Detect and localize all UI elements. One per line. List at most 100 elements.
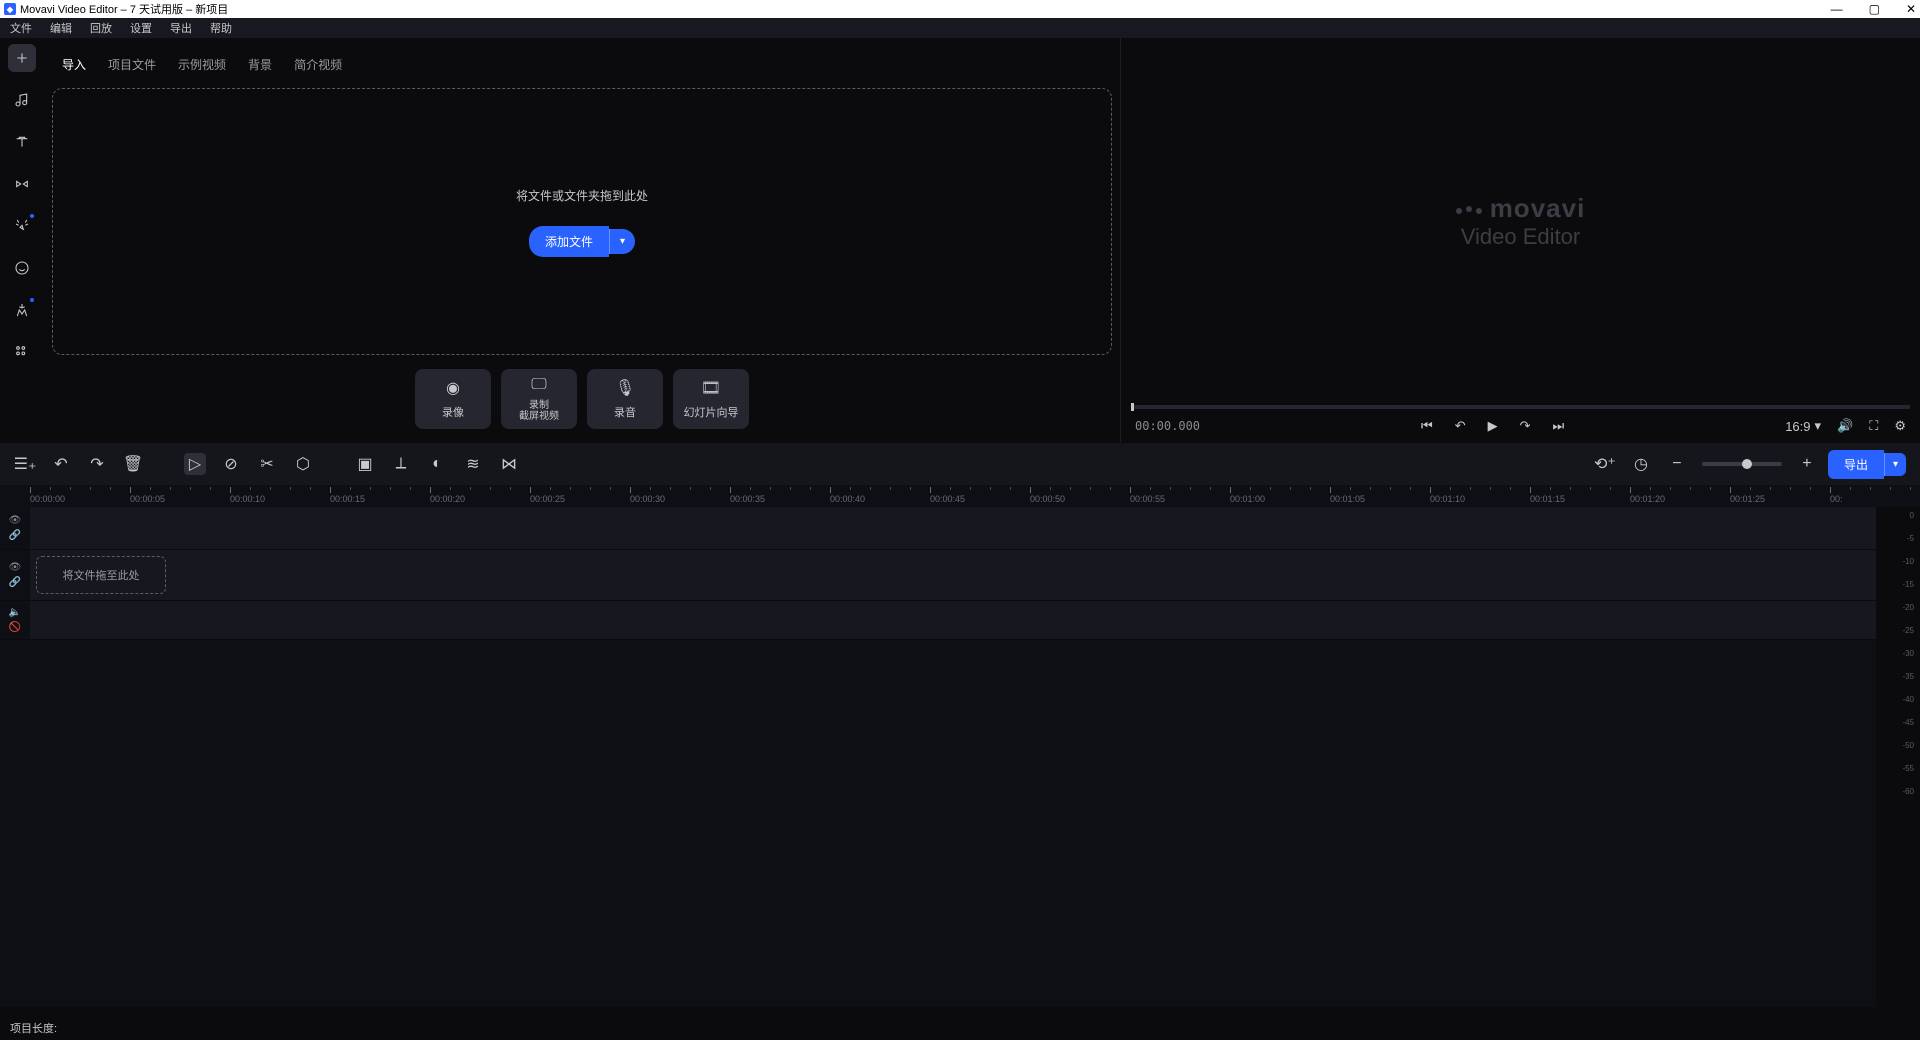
preview-scrubber[interactable]	[1131, 405, 1910, 409]
timeline-ruler[interactable]: 00:00:0000:00:0500:00:1000:00:1500:00:20…	[0, 485, 1920, 507]
sidebar-more[interactable]	[8, 338, 36, 366]
capture-camera[interactable]: ◉ 录像	[415, 369, 491, 429]
capture-row: ◉ 录像 🖵 录制截屏视频 🎙 录音 🎞 幻灯片向导	[52, 355, 1112, 443]
crop-frame-button[interactable]: ▣	[354, 453, 376, 475]
capture-slideshow[interactable]: 🎞 幻灯片向导	[673, 369, 749, 429]
next-frame-button[interactable]: ⏭	[1553, 418, 1565, 434]
left-sidebar	[0, 38, 44, 443]
capture-screen-label: 录制截屏视频	[519, 400, 559, 422]
track-mute-icon[interactable]: 🔈	[9, 607, 21, 618]
add-file-button: 添加文件 ▾	[529, 226, 635, 257]
prev-frame-button[interactable]: ⏮	[1421, 418, 1433, 434]
microphone-icon: 🎙	[615, 378, 635, 398]
split-tool[interactable]: ✂	[256, 453, 278, 475]
overlay-track: 👁 🔗	[0, 507, 1920, 550]
tab-intro-video[interactable]: 简介视频	[294, 56, 342, 73]
import-tabs: 导入 项目文件 示例视频 背景 简介视频	[52, 46, 1112, 82]
crop-button[interactable]: ⟂	[390, 453, 412, 475]
volume-button[interactable]: 🔊	[1837, 418, 1853, 434]
tab-import[interactable]: 导入	[62, 56, 86, 73]
track-link-icon[interactable]: 🔗	[9, 530, 21, 541]
overlay-track-body[interactable]	[30, 507, 1920, 549]
video-track: 👁 🔗 将文件拖至此处	[0, 550, 1920, 601]
tab-sample-video[interactable]: 示例视频	[178, 56, 226, 73]
sidebar-effects[interactable]	[8, 212, 36, 240]
camera-icon: ◉	[446, 378, 460, 398]
tab-backgrounds[interactable]: 背景	[248, 56, 272, 73]
chevron-down-icon: ▾	[1815, 418, 1822, 434]
color-adjust-button[interactable]: ◐	[426, 453, 448, 475]
status-bar: 项目长度:	[0, 1016, 1920, 1040]
track-options-button[interactable]: ☰₊	[14, 453, 36, 475]
track-hide-icon[interactable]: 🚫	[9, 622, 21, 633]
sidebar-elements[interactable]	[8, 296, 36, 324]
add-file-label[interactable]: 添加文件	[529, 226, 609, 257]
capture-camera-label: 录像	[442, 404, 464, 420]
select-tool[interactable]: ▷	[184, 453, 206, 475]
sidebar-transitions[interactable]	[8, 170, 36, 198]
dropzone-hint: 将文件或文件夹拖到此处	[516, 187, 648, 204]
zoom-out-button[interactable]: −	[1666, 453, 1688, 475]
sidebar-stickers[interactable]	[8, 254, 36, 282]
menu-settings[interactable]: 设置	[130, 20, 152, 36]
import-panel: 导入 项目文件 示例视频 背景 简介视频 将文件或文件夹拖到此处 添加文件 ▾ …	[44, 38, 1120, 443]
audio-track-body[interactable]	[30, 601, 1920, 639]
timeline-toolbar: ☰₊ ↶ ↷ 🗑 ▷ ⊘ ✂ ⬡ ▣ ⟂ ◐ ≋ ⋈ ⟲⁺ ◷ − + 导出 ▾	[0, 443, 1920, 485]
preview-panel: movavi Video Editor 00:00.000 ⏮ ↶ ▶ ↷ ⏭ …	[1120, 38, 1920, 443]
maximize-button[interactable]: ▢	[1869, 2, 1880, 16]
file-dropzone[interactable]: 将文件或文件夹拖到此处 添加文件 ▾	[52, 88, 1112, 355]
play-button[interactable]: ▶	[1488, 418, 1498, 434]
track-link-icon[interactable]: 🔗	[9, 577, 21, 588]
fullscreen-button[interactable]: ⛶	[1869, 418, 1878, 434]
transitions-button[interactable]: ⋈	[498, 453, 520, 475]
aspect-ratio-selector[interactable]: 16:9 ▾	[1785, 418, 1821, 434]
export-button[interactable]: 导出	[1828, 450, 1884, 479]
sidebar-titles[interactable]	[8, 128, 36, 156]
undo-jump-button[interactable]: ↶	[1455, 418, 1466, 434]
delete-button[interactable]: 🗑	[122, 453, 144, 475]
menu-file[interactable]: 文件	[10, 20, 32, 36]
snapshot-button[interactable]: ◷	[1630, 453, 1652, 475]
window-title: Movavi Video Editor – 7 天试用版 – 新项目	[20, 1, 228, 17]
sidebar-import[interactable]	[8, 44, 36, 72]
export-button-group: 导出 ▾	[1828, 450, 1906, 479]
drop-clip-hint: 将文件拖至此处	[36, 556, 166, 594]
capture-slideshow-label: 幻灯片向导	[684, 404, 739, 420]
menu-help[interactable]: 帮助	[210, 20, 232, 36]
capture-screen[interactable]: 🖵 录制截屏视频	[501, 369, 577, 429]
marker-tool[interactable]: ⬡	[292, 453, 314, 475]
titlebar: ◆ Movavi Video Editor – 7 天试用版 – 新项目 — ▢…	[0, 0, 1920, 18]
preview-settings-button[interactable]: ⚙	[1894, 418, 1906, 434]
sidebar-audio[interactable]	[8, 86, 36, 114]
audio-meters: 0-5-10-15-20-25-30-35-40-45-50-55-60	[1876, 507, 1920, 1007]
export-dropdown[interactable]: ▾	[1884, 453, 1906, 476]
undo-button[interactable]: ↶	[50, 453, 72, 475]
preview-timecode: 00:00.000	[1135, 419, 1200, 433]
screen-icon: 🖵	[531, 376, 546, 394]
zoom-in-button[interactable]: +	[1796, 453, 1818, 475]
close-button[interactable]: ✕	[1906, 2, 1916, 16]
minimize-button[interactable]: —	[1831, 2, 1843, 16]
add-file-dropdown[interactable]: ▾	[609, 229, 635, 254]
video-track-body[interactable]: 将文件拖至此处	[30, 550, 1920, 600]
redo-button[interactable]: ↷	[86, 453, 108, 475]
track-visibility-icon[interactable]: 👁	[9, 515, 22, 526]
menubar: 文件 编辑 回放 设置 导出 帮助	[0, 18, 1920, 38]
tab-project-files[interactable]: 项目文件	[108, 56, 156, 73]
redo-jump-button[interactable]: ↷	[1520, 418, 1531, 434]
audio-sync-button[interactable]: ⟲⁺	[1594, 453, 1616, 475]
project-length-label: 项目长度:	[10, 1020, 57, 1036]
zoom-slider[interactable]	[1702, 462, 1782, 466]
menu-export[interactable]: 导出	[170, 20, 192, 36]
capture-audio[interactable]: 🎙 录音	[587, 369, 663, 429]
capture-audio-label: 录音	[614, 404, 636, 420]
app-icon: ◆	[4, 3, 16, 15]
filters-button[interactable]: ≋	[462, 453, 484, 475]
slideshow-icon: 🎞	[701, 378, 721, 398]
menu-edit[interactable]: 编辑	[50, 20, 72, 36]
disable-tool[interactable]: ⊘	[220, 453, 242, 475]
track-visibility-icon[interactable]: 👁	[9, 562, 22, 573]
menu-playback[interactable]: 回放	[90, 20, 112, 36]
audio-track: 🔈 🚫	[0, 601, 1920, 640]
preview-canvas: movavi Video Editor	[1121, 38, 1920, 405]
